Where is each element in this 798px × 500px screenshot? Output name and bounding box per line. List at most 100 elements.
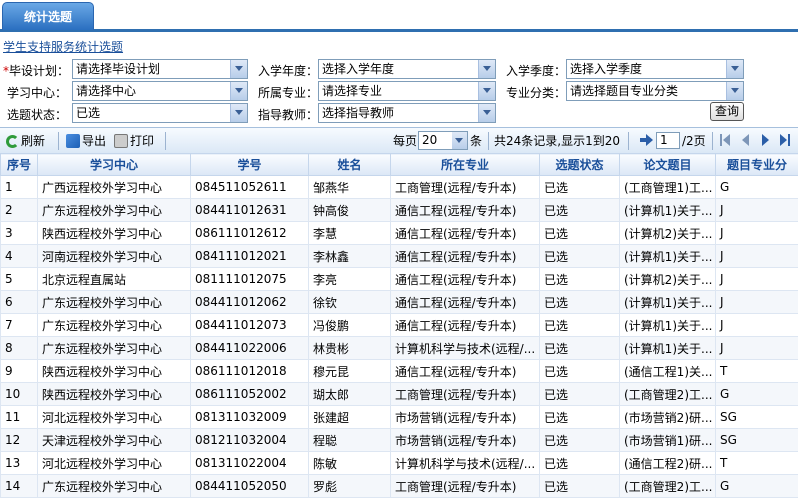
column-header[interactable]: 题目专业分 <box>715 153 798 176</box>
table-cell: 12 <box>0 428 38 452</box>
table-cell: 已选 <box>539 267 620 291</box>
table-cell: 通信工程(远程/专升本) <box>390 290 540 314</box>
table-cell: 河北远程校外学习中心 <box>37 405 191 429</box>
page-number-input[interactable]: 1 <box>656 132 680 149</box>
record-summary: 共24条记录,显示1到20 <box>494 134 620 148</box>
table-cell: 086111012612 <box>190 221 309 245</box>
export-button[interactable]: 导出 <box>66 132 106 150</box>
first-page-icon[interactable] <box>723 134 730 146</box>
major-select[interactable]: 请选择专业 <box>318 81 496 101</box>
table-cell: 086111012018 <box>190 359 309 383</box>
center-select[interactable]: 请选择中心 <box>72 81 248 101</box>
table-row[interactable]: 4 河南远程校外学习中心 084111012021 李林鑫 通信工程(远程/专升本) 已选… <box>0 244 798 268</box>
chevron-down-icon <box>726 60 743 78</box>
prev-page-icon[interactable] <box>742 134 749 146</box>
table-cell: 广东远程校外学习中心 <box>37 313 191 337</box>
category-select[interactable]: 请选择题目专业分类 <box>566 81 744 101</box>
year-select[interactable]: 选择入学年度 <box>318 59 496 79</box>
center-label: 学习中心： <box>7 86 68 100</box>
export-icon <box>66 134 80 148</box>
table-row[interactable]: 13 河北远程校外学习中心 081311022004 陈敏 计算机科学与技术(远程/..… <box>0 451 798 475</box>
column-header[interactable]: 序号 <box>0 153 38 176</box>
table-row[interactable]: 5 北京远程直属站 081111012075 李亮 通信工程(远程/专升本) 已选 (计算机… <box>0 267 798 291</box>
table-row[interactable]: 9 陕西远程校外学习中心 086111012018 穆元昆 通信工程(远程/专升本) 已选… <box>0 359 798 383</box>
table-row[interactable]: 14 广东远程校外学习中心 084411052050 罗彪 工商管理(远程/专升本) 已选… <box>0 474 798 498</box>
table-cell: 广西远程校外学习中心 <box>37 175 191 199</box>
toolbar-divider <box>628 132 629 150</box>
chevron-down-icon <box>478 82 495 100</box>
table-row[interactable]: 3 陕西远程校外学习中心 086111012612 李慧 通信工程(远程/专升本) 已选(… <box>0 221 798 245</box>
query-button[interactable]: 查询 <box>710 102 744 121</box>
table-row[interactable]: 11 河北远程校外学习中心 081311032009 张建超 市场营销(远程/专升本) 已… <box>0 405 798 429</box>
table-cell: 林贵彬 <box>308 336 391 360</box>
table-cell: 14 <box>0 474 38 498</box>
table-cell: 081311032009 <box>190 405 309 429</box>
table-cell: 冯俊鹏 <box>308 313 391 337</box>
year-select-value: 选择入学年度 <box>322 62 395 76</box>
table-cell: 工商管理(远程/专升本) <box>390 382 540 406</box>
table-cell: 李亮 <box>308 267 391 291</box>
column-header[interactable]: 学号 <box>190 153 309 176</box>
table-cell: 罗彪 <box>308 474 391 498</box>
table-row[interactable]: 2 广东远程校外学习中心 084411012631 钟高俊 通信工程(远程/专升本) 已选… <box>0 198 798 222</box>
first-page-bar <box>720 134 722 146</box>
print-button[interactable]: 打印 <box>114 132 154 150</box>
table-row[interactable]: 12 天津远程校外学习中心 081211032004 程聪 市场营销(远程/专升本) 已选… <box>0 428 798 452</box>
table-cell: 13 <box>0 451 38 475</box>
tab-statistics-selection[interactable]: 统计选题 <box>2 2 94 30</box>
table-cell: 已选 <box>539 336 620 360</box>
chevron-down-icon <box>230 82 247 100</box>
table-cell: 计算机科学与技术(远程/... <box>390 336 540 360</box>
status-select[interactable]: 已选 <box>72 103 248 123</box>
table-cell: G <box>715 175 798 199</box>
table-header-row: 序号 学习中心 学号 姓名 所在专业 选题状态 论文题目 题目专业分 <box>0 153 798 176</box>
table-cell: (计算机1)关于... <box>619 313 716 337</box>
column-header[interactable]: 选题状态 <box>539 153 620 176</box>
table-cell: 穆元昆 <box>308 359 391 383</box>
table-row[interactable]: 6 广东远程校外学习中心 084411012062 徐钦 通信工程(远程/专升本) 已选(… <box>0 290 798 314</box>
table-cell: (计算机2)关于... <box>619 267 716 291</box>
column-header[interactable]: 姓名 <box>308 153 391 176</box>
column-header[interactable]: 论文题目 <box>619 153 716 176</box>
table-cell: 081311022004 <box>190 451 309 475</box>
table-cell: (计算机1)关于... <box>619 198 716 222</box>
last-page-icon[interactable] <box>780 134 787 146</box>
plan-select[interactable]: 请选择毕设计划 <box>72 59 248 79</box>
next-page-icon[interactable] <box>762 134 769 146</box>
table-cell: 工商管理(远程/专升本) <box>390 175 540 199</box>
table-cell: SG <box>715 405 798 429</box>
status-label: 选题状态： <box>7 108 68 122</box>
table-cell: 2 <box>0 198 38 222</box>
column-header[interactable]: 所在专业 <box>390 153 540 176</box>
table-cell: 已选 <box>539 175 620 199</box>
table-cell: 4 <box>0 244 38 268</box>
table-row[interactable]: 7 广东远程校外学习中心 084411012073 冯俊鹏 通信工程(远程/专升本) 已选… <box>0 313 798 337</box>
table-row[interactable]: 1 广西远程校外学习中心 084511052611 邹燕华 工商管理(远程/专升本) 已选… <box>0 175 798 199</box>
table-cell: 徐钦 <box>308 290 391 314</box>
teacher-select[interactable]: 选择指导教师 <box>318 103 496 123</box>
table-row[interactable]: 10 陕西远程校外学习中心 086111052002 瑚太郎 工商管理(远程/专升本) 已… <box>0 382 798 406</box>
season-select[interactable]: 选择入学季度 <box>566 59 744 79</box>
table-cell: 通信工程(远程/专升本) <box>390 198 540 222</box>
season-label: 入学季度： <box>506 64 567 78</box>
breadcrumb[interactable]: 学生支持服务统计选题 <box>3 38 123 55</box>
table-cell: 已选 <box>539 244 620 268</box>
table-cell: (市场营销2)研... <box>619 405 716 429</box>
tab-bar: 统计选题 <box>0 0 798 32</box>
table-cell: 通信工程(远程/专升本) <box>390 267 540 291</box>
per-page-select[interactable]: 20 <box>418 131 468 150</box>
column-header[interactable]: 学习中心 <box>37 153 191 176</box>
table-cell: J <box>715 221 798 245</box>
table-cell: 084411012631 <box>190 198 309 222</box>
table-cell: G <box>715 382 798 406</box>
refresh-button[interactable]: 刷新 <box>6 132 45 150</box>
table-cell: 程聪 <box>308 428 391 452</box>
go-page-icon[interactable] <box>640 134 653 146</box>
table-cell: 已选 <box>539 290 620 314</box>
table-cell: 已选 <box>539 428 620 452</box>
table-cell: 计算机科学与技术(远程/... <box>390 451 540 475</box>
toolbar-divider <box>165 132 166 150</box>
table-cell: 084511052611 <box>190 175 309 199</box>
table-cell: 李慧 <box>308 221 391 245</box>
table-row[interactable]: 8 广东远程校外学习中心 084411022006 林贵彬 计算机科学与技术(远程/..… <box>0 336 798 360</box>
